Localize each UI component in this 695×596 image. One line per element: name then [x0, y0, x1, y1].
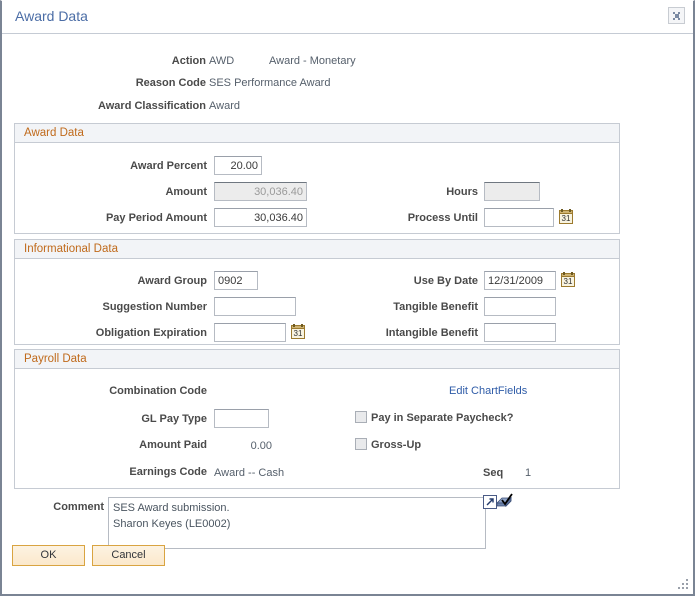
award-classification-value: Award — [209, 100, 240, 112]
close-button[interactable] — [668, 7, 685, 24]
award-percent-input[interactable] — [214, 156, 262, 175]
spellcheck-icon-glyph — [496, 493, 513, 507]
pay-period-amount-label: Pay Period Amount — [105, 212, 207, 224]
action-description-value: Award - Monetary — [269, 55, 356, 67]
amount-label: Amount — [165, 186, 207, 198]
payroll-data-section-title: Payroll Data — [15, 350, 619, 369]
use-by-date-label: Use By Date — [413, 275, 478, 287]
intangible-benefit-label: Intangible Benefit — [385, 327, 478, 339]
reason-code-value: SES Performance Award — [209, 77, 331, 89]
cancel-button[interactable]: Cancel — [92, 545, 165, 566]
award-group-label: Award Group — [137, 275, 207, 287]
pay-in-separate-paycheck-checkbox[interactable] — [355, 411, 367, 423]
svg-text:31: 31 — [562, 214, 571, 223]
gl-pay-type-input[interactable] — [214, 409, 269, 428]
comment-label: Comment — [53, 501, 104, 513]
edit-chartfields-link[interactable]: Edit ChartFields — [449, 385, 527, 397]
reason-code-label: Reason Code — [135, 77, 206, 89]
earnings-code-label: Earnings Code — [129, 466, 207, 478]
dialog-titlebar: Award Data — [2, 1, 693, 34]
calendar-icon[interactable]: 31 — [561, 272, 575, 287]
calendar-icon-glyph: 31 — [561, 272, 575, 287]
award-percent-label: Award Percent — [130, 160, 207, 172]
amount-paid-value: 0.00 — [250, 440, 272, 452]
ok-button[interactable]: OK — [12, 545, 85, 566]
page-title: Award Data — [15, 8, 88, 24]
obligation-expiration-input[interactable] — [214, 323, 286, 342]
intangible-benefit-input[interactable] — [484, 323, 556, 342]
payroll-data-group: Payroll Data Combination Code Edit Chart… — [14, 349, 620, 489]
award-data-section-title: Award Data — [15, 124, 619, 143]
informational-data-section-title: Informational Data — [15, 240, 619, 259]
tangible-benefit-label: Tangible Benefit — [393, 301, 478, 313]
informational-data-group: Informational Data Award Group Suggestio… — [14, 239, 620, 345]
resize-grip[interactable] — [677, 578, 689, 590]
gl-pay-type-label: GL Pay Type — [141, 413, 207, 425]
expand-popup-icon[interactable] — [483, 495, 497, 512]
close-icon — [673, 12, 680, 20]
process-until-label: Process Until — [407, 212, 478, 224]
action-label: Action — [171, 55, 206, 67]
hours-input — [484, 182, 540, 201]
action-code-value: AWD — [209, 55, 235, 67]
calendar-icon-glyph: 31 — [559, 209, 573, 224]
award-group-input[interactable] — [214, 271, 258, 290]
award-data-group: Award Data Award Percent Amount Pay Peri… — [14, 123, 620, 234]
svg-text:31: 31 — [564, 277, 573, 286]
suggestion-number-input[interactable] — [214, 297, 296, 316]
hours-label: Hours — [446, 186, 478, 198]
gross-up-label: Gross-Up — [371, 439, 422, 451]
expand-popup-icon-glyph — [483, 495, 497, 509]
seq-label: Seq — [483, 467, 504, 479]
spellcheck-icon[interactable] — [496, 493, 513, 513]
combination-code-label: Combination Code — [109, 385, 207, 397]
amount-input — [214, 182, 307, 201]
obligation-expiration-label: Obligation Expiration — [95, 327, 207, 339]
calendar-icon[interactable]: 31 — [291, 324, 305, 339]
award-classification-label: Award Classification — [98, 100, 206, 112]
seq-value: 1 — [525, 467, 532, 479]
earnings-code-value: Award -- Cash — [214, 467, 285, 479]
amount-paid-label: Amount Paid — [139, 439, 207, 451]
suggestion-number-label: Suggestion Number — [102, 301, 207, 313]
calendar-icon[interactable]: 31 — [559, 209, 573, 224]
process-until-input[interactable] — [484, 208, 554, 227]
pay-period-amount-input[interactable] — [214, 208, 307, 227]
tangible-benefit-input[interactable] — [484, 297, 556, 316]
svg-text:31: 31 — [294, 329, 303, 338]
award-data-dialog: Award Data Action AWD Award - Monetary R… — [0, 0, 695, 596]
gross-up-checkbox[interactable] — [355, 438, 367, 450]
use-by-date-input[interactable] — [484, 271, 556, 290]
pay-in-separate-paycheck-label: Pay in Separate Paycheck? — [371, 412, 514, 424]
calendar-icon-glyph: 31 — [291, 324, 305, 339]
comment-textarea[interactable] — [108, 497, 486, 549]
